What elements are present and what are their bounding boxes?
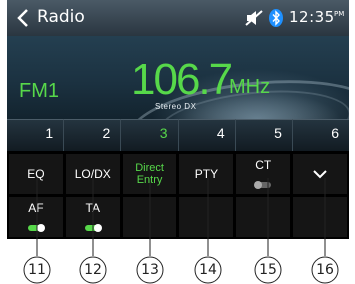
eq-button[interactable]: EQ [9, 154, 63, 194]
preset-button-2[interactable]: 2 [64, 119, 122, 152]
ct-label: CT [255, 158, 272, 172]
preset-button-1[interactable]: 1 [7, 119, 65, 152]
ta-toggle-switch[interactable] [84, 224, 102, 232]
preset-number: 4 [216, 125, 225, 141]
callout-11: 11 [28, 262, 46, 278]
preset-button-4[interactable]: 4 [178, 119, 236, 152]
af-toggle-button[interactable]: AF [9, 197, 63, 237]
toggle-knob [254, 181, 263, 189]
callout-13: 13 [141, 262, 159, 278]
preset-number: 2 [102, 125, 111, 141]
stereo-dx-indicator: Stereo DX [155, 102, 197, 111]
preset-bar: 1 2 3 4 5 6 [7, 119, 349, 152]
ta-label: TA [85, 201, 100, 215]
frequency-display: 106.7 [131, 55, 233, 104]
empty-menu-slot [122, 197, 177, 237]
callout-15: 15 [259, 262, 277, 278]
callout-16: 16 [316, 262, 334, 278]
status-bar: Radio 12:35 PM [7, 0, 349, 36]
eq-label: EQ [27, 167, 45, 181]
af-toggle-switch[interactable] [27, 224, 45, 232]
ta-toggle-button[interactable]: TA [65, 197, 120, 237]
empty-menu-slot [236, 197, 291, 237]
preset-button-3[interactable]: 3 [121, 119, 179, 152]
callout-12: 12 [84, 262, 102, 278]
radio-screen: Radio 12:35 PM FM1 106.7 MHz Stereo DX 1… [7, 0, 349, 239]
page-title: Radio [37, 7, 85, 27]
pty-button[interactable]: PTY [179, 154, 234, 194]
direct-entry-label-line1: Direct [135, 162, 164, 174]
more-options-button[interactable] [293, 154, 347, 194]
empty-menu-slot [179, 197, 234, 237]
clock-time: 12:35 [289, 8, 335, 26]
af-label: AF [28, 201, 44, 215]
band-label: FM1 [19, 80, 59, 102]
chevron-down-icon [313, 170, 327, 179]
preset-button-6[interactable]: 6 [292, 119, 349, 152]
pty-label: PTY [194, 167, 219, 181]
preset-number: 3 [159, 125, 168, 141]
clock-ampm: PM [334, 10, 345, 18]
ct-toggle-switch[interactable] [254, 181, 272, 189]
callout-14: 14 [199, 262, 217, 278]
direct-entry-label-line2: Entry [136, 174, 163, 186]
mute-icon [245, 10, 263, 26]
toggle-knob [93, 224, 102, 232]
preset-number: 6 [331, 125, 340, 141]
lo-dx-button[interactable]: LO/DX [65, 154, 120, 194]
back-chevron-icon[interactable] [15, 8, 31, 28]
preset-number: 1 [45, 125, 54, 141]
lo-dx-label: LO/DX [74, 167, 111, 181]
empty-menu-slot [293, 197, 347, 237]
ct-toggle-button[interactable]: CT [236, 154, 291, 194]
bluetooth-icon [269, 9, 283, 27]
toggle-knob [36, 224, 45, 232]
options-menu: EQ LO/DX Direct Entry PTY CT AF TA [7, 151, 349, 239]
preset-button-5[interactable]: 5 [235, 119, 293, 152]
frequency-unit: MHz [229, 76, 271, 98]
direct-entry-button[interactable]: Direct Entry [122, 154, 177, 194]
preset-number: 5 [274, 125, 282, 141]
